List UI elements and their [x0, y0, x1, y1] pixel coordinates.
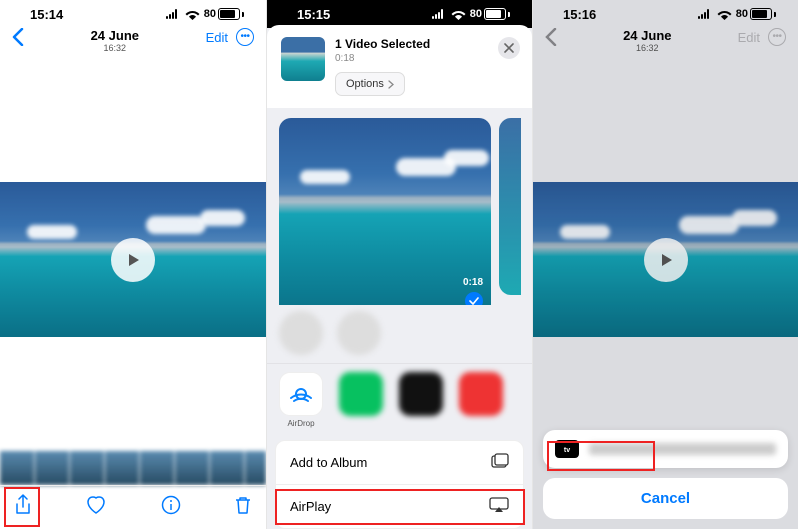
highlight-device [547, 441, 655, 471]
app-airdrop[interactable]: AirDrop [277, 372, 325, 428]
highlight-share [4, 487, 40, 527]
status-time: 15:15 [297, 7, 330, 22]
preview-item-next[interactable] [499, 118, 521, 295]
contact-avatar[interactable] [279, 311, 323, 355]
selection-thumbnail [281, 37, 325, 81]
back-button[interactable] [12, 28, 24, 51]
album-icon [491, 453, 509, 472]
nav-title-block: 24 June 16:32 [91, 28, 139, 53]
selected-check-icon [465, 292, 483, 305]
status-bar: 15:15 80 [267, 0, 532, 28]
preview-carousel[interactable]: 0:18 [267, 108, 532, 305]
preview-duration: 0:18 [463, 277, 483, 288]
more-menu-icon[interactable]: ••• [236, 28, 254, 46]
selection-duration: 0:18 [335, 53, 430, 64]
thumbnail-strip[interactable] [0, 451, 266, 485]
app-item[interactable] [457, 372, 505, 428]
phone-share-sheet: 15:15 80 1 Video Selected 0:18 Options [266, 0, 532, 529]
favorite-button[interactable] [85, 495, 107, 520]
share-sheet-header: 1 Video Selected 0:18 Options [267, 25, 532, 108]
status-time: 15:14 [30, 7, 63, 22]
info-button[interactable] [161, 495, 181, 520]
play-icon[interactable] [111, 238, 155, 282]
video-preview[interactable] [0, 182, 266, 337]
status-bar: 15:14 80 [0, 0, 266, 28]
phone-photos-detail: 15:14 80 24 June 16:32 Edit ••• [0, 0, 266, 529]
contact-avatar[interactable] [337, 311, 381, 355]
app-airdrop-label: AirDrop [277, 419, 325, 428]
phone-airplay-picker: 15:16 80 24 June 16:32 Edit ••• [532, 0, 798, 529]
app-item[interactable] [337, 372, 385, 428]
apps-row: AirDrop [267, 364, 532, 434]
cancel-button[interactable]: Cancel [543, 478, 788, 519]
nav-subtitle: 16:32 [91, 43, 139, 53]
nav-title: 24 June [91, 28, 139, 43]
action-add-to-album[interactable]: Add to Album [276, 441, 523, 484]
delete-button[interactable] [234, 495, 252, 520]
app-item[interactable] [397, 372, 445, 428]
nav-bar: 24 June 16:32 Edit ••• [0, 28, 266, 62]
selection-title: 1 Video Selected [335, 37, 430, 51]
contacts-row[interactable] [267, 305, 532, 363]
preview-item-selected[interactable]: 0:18 [279, 118, 491, 305]
options-button[interactable]: Options [335, 72, 405, 96]
status-icons: 80 [166, 8, 244, 20]
edit-button[interactable]: Edit [206, 30, 228, 45]
highlight-airplay [275, 489, 525, 525]
